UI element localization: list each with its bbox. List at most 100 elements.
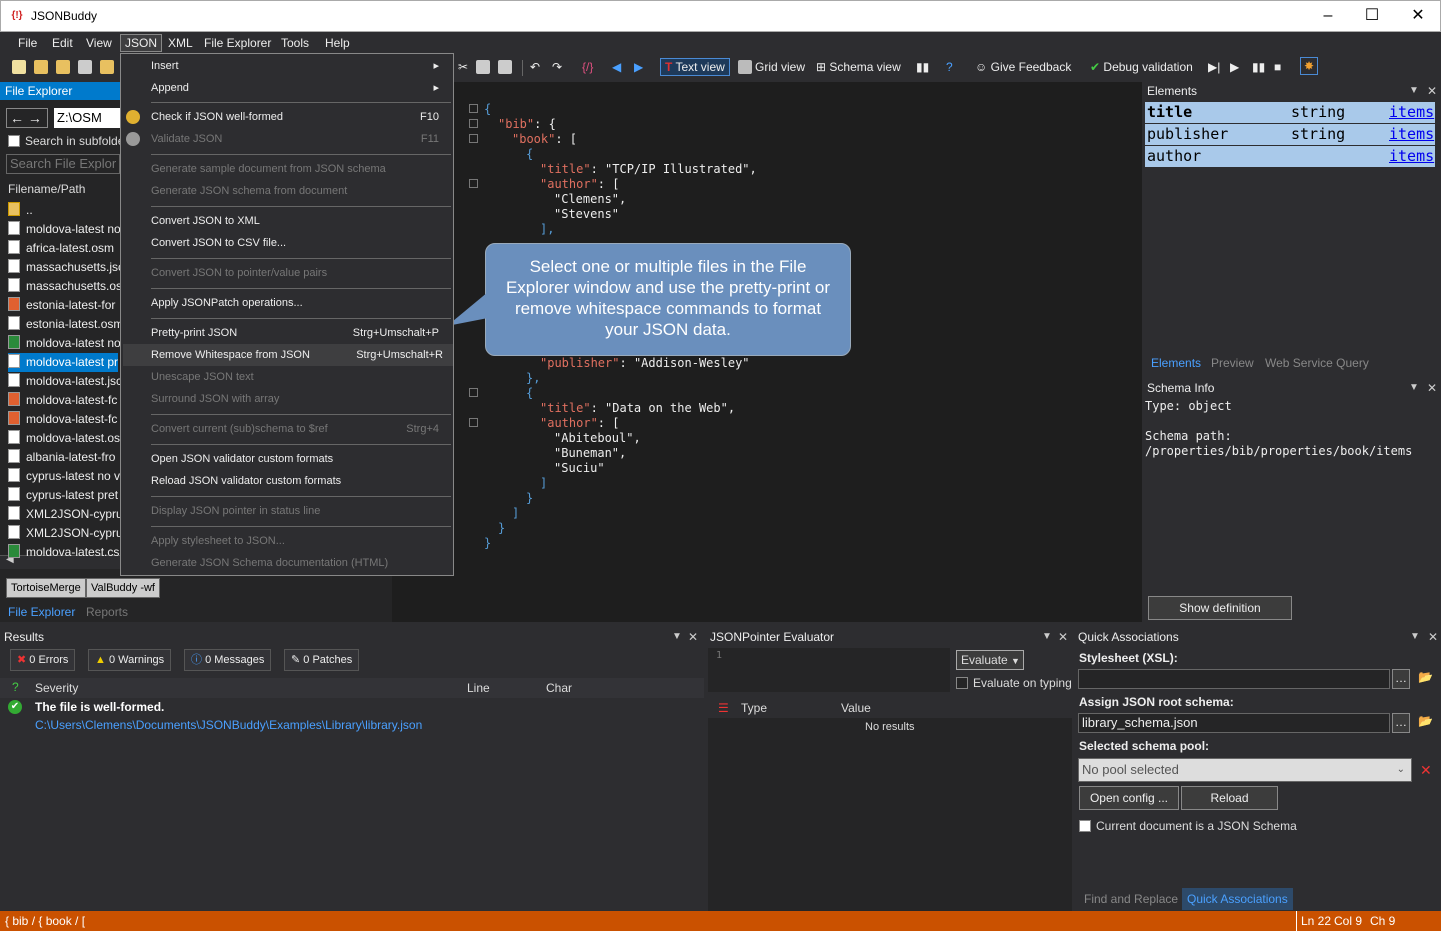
- tab-quick-associations[interactable]: Quick Associations: [1182, 888, 1293, 910]
- warnings-button[interactable]: ▲ 0 Warnings: [88, 649, 172, 671]
- clear-pool-icon[interactable]: ✕: [1420, 762, 1432, 779]
- menu-insert[interactable]: Insert ▸: [151, 55, 449, 77]
- menu-surround-array[interactable]: Surround JSON with array: [151, 388, 449, 410]
- schema-view-button[interactable]: ⊞ Schema view: [816, 60, 901, 74]
- file-list-item[interactable]: massachusetts.os: [8, 277, 122, 296]
- format-icon[interactable]: {/}: [582, 60, 593, 74]
- menu-view[interactable]: View: [82, 36, 116, 50]
- reload-button[interactable]: Reload: [1181, 786, 1278, 810]
- panel-close-icon[interactable]: ✕: [688, 630, 698, 644]
- patches-button[interactable]: ✎ 0 Patches: [284, 649, 360, 671]
- is-schema-checkbox[interactable]: Current document is a JSON Schema: [1079, 819, 1297, 833]
- cut-icon[interactable]: ✂: [458, 60, 468, 74]
- menu-file-explorer[interactable]: File Explorer: [200, 36, 275, 50]
- panel-dropdown-icon[interactable]: ▼: [672, 631, 682, 642]
- file-list-item[interactable]: africa-latest.osm: [8, 239, 114, 258]
- file-list-item[interactable]: cyprus-latest no v: [8, 467, 120, 486]
- fold-toggle-icon[interactable]: [469, 119, 478, 128]
- stylesheet-folder-icon[interactable]: 📂: [1418, 670, 1433, 684]
- text-view-button[interactable]: T Text view: [660, 58, 730, 76]
- menu-unescape[interactable]: Unescape JSON text: [151, 366, 449, 388]
- fold-toggle-icon[interactable]: [469, 388, 478, 397]
- col-type[interactable]: Type: [741, 701, 767, 715]
- panel-dropdown-icon[interactable]: ▼: [1410, 631, 1420, 642]
- nav-arrows[interactable]: ← →: [6, 108, 48, 128]
- save-icon[interactable]: [78, 60, 95, 74]
- file-list-item[interactable]: XML2JSON-cypru: [8, 524, 123, 543]
- tab-find-replace[interactable]: Find and Replace: [1084, 892, 1178, 906]
- file-list-item[interactable]: moldova-latest.jsc: [8, 372, 122, 391]
- menu-generate-schema[interactable]: Generate JSON schema from document: [151, 180, 449, 202]
- filename-column-header[interactable]: Filename/Path: [8, 182, 85, 196]
- panel-dropdown-icon[interactable]: ▼: [1409, 382, 1419, 393]
- col-severity[interactable]: Severity: [35, 681, 78, 695]
- play-icon[interactable]: ▶: [1230, 60, 1239, 74]
- menu-remove-whitespace[interactable]: Remove Whitespace from JSON Strg+Umschalt…: [123, 344, 453, 366]
- menu-generate-doc[interactable]: Generate JSON Schema documentation (HTML…: [151, 552, 449, 574]
- file-list-item[interactable]: estonia-latest.osm: [8, 315, 123, 334]
- menu-help[interactable]: Help: [321, 36, 354, 50]
- file-list-item[interactable]: moldova-latest.os: [8, 429, 120, 448]
- path-input[interactable]: Z:\OSM: [54, 108, 120, 128]
- minimize-button[interactable]: –: [1305, 1, 1351, 31]
- parent-folder-item[interactable]: ..: [8, 201, 33, 220]
- root-schema-input[interactable]: library_schema.json: [1078, 713, 1390, 733]
- menu-apply-stylesheet[interactable]: Apply stylesheet to JSON...: [151, 530, 449, 552]
- undo-icon[interactable]: ↶: [530, 60, 540, 74]
- split-icon[interactable]: ▮▮: [916, 60, 929, 74]
- menu-reload-custom-formats[interactable]: Reload JSON validator custom formats: [151, 470, 449, 492]
- back-arrow-icon[interactable]: ←: [10, 110, 24, 126]
- evaluate-on-typing-checkbox[interactable]: Evaluate on typing: [956, 676, 1072, 690]
- errors-button[interactable]: ✖ 0 Errors: [10, 649, 76, 671]
- element-row-publisher[interactable]: publisher string items: [1145, 124, 1435, 145]
- pause-icon[interactable]: ▮▮: [1252, 60, 1265, 74]
- tab-web-service[interactable]: Web Service Query: [1265, 356, 1369, 370]
- menu-display-pointer[interactable]: Display JSON pointer in status line: [151, 500, 449, 522]
- stylesheet-browse-button[interactable]: …: [1392, 669, 1410, 689]
- col-char[interactable]: Char: [546, 681, 572, 695]
- menu-tools[interactable]: Tools: [277, 36, 313, 50]
- menu-check-wellformed[interactable]: Check if JSON well-formed F10: [151, 106, 449, 128]
- save-all-icon[interactable]: [100, 60, 117, 74]
- menu-convert-pointer[interactable]: Convert JSON to pointer/value pairs: [151, 262, 449, 284]
- tab-file-explorer[interactable]: File Explorer: [8, 605, 75, 619]
- fold-toggle-icon[interactable]: [469, 179, 478, 188]
- file-list-item[interactable]: XML2JSON-cypru: [8, 505, 123, 524]
- help-icon[interactable]: ?: [946, 60, 953, 74]
- menu-validate[interactable]: Validate JSON F11: [151, 128, 449, 150]
- menu-convert-xml[interactable]: Convert JSON to XML: [151, 210, 449, 232]
- root-schema-folder-icon[interactable]: 📂: [1418, 714, 1433, 728]
- menu-open-custom-formats[interactable]: Open JSON validator custom formats: [151, 448, 449, 470]
- panel-dropdown-icon[interactable]: ▼: [1409, 85, 1419, 96]
- menu-convert-ref[interactable]: Convert current (sub)schema to $ref Strg+…: [151, 418, 449, 440]
- fold-toggle-icon[interactable]: [469, 104, 478, 113]
- file-list-item[interactable]: moldova-latest no: [8, 334, 121, 353]
- evaluate-button[interactable]: Evaluate ▼: [956, 650, 1024, 670]
- close-button[interactable]: ✕: [1395, 1, 1441, 31]
- menu-edit[interactable]: Edit: [48, 36, 77, 50]
- give-feedback-button[interactable]: ☺ Give Feedback: [975, 60, 1071, 74]
- menu-xml[interactable]: XML: [164, 36, 197, 50]
- file-list-item[interactable]: moldova-latest pr: [8, 353, 119, 372]
- bug-icon[interactable]: ✸: [1300, 57, 1319, 75]
- search-subfolders-checkbox[interactable]: Search in subfolders: [8, 134, 134, 148]
- stop-icon[interactable]: ■: [1274, 60, 1281, 74]
- fold-toggle-icon[interactable]: [469, 418, 478, 427]
- panel-close-icon[interactable]: ✕: [1427, 381, 1437, 395]
- col-line[interactable]: Line: [467, 681, 490, 695]
- element-row-title[interactable]: title string items: [1145, 102, 1435, 123]
- menu-append[interactable]: Append ▸: [151, 77, 449, 99]
- menu-convert-csv[interactable]: Convert JSON to CSV file...: [151, 232, 449, 254]
- col-value[interactable]: Value: [841, 701, 871, 715]
- file-list-item[interactable]: moldova-latest.cs: [8, 543, 119, 562]
- menu-generate-sample[interactable]: Generate sample document from JSON schem…: [151, 158, 449, 180]
- open-config-button[interactable]: Open config ...: [1079, 786, 1179, 810]
- tortoisemerge-button[interactable]: TortoiseMerge: [6, 578, 86, 598]
- menu-file[interactable]: File: [14, 36, 41, 50]
- open-icon[interactable]: [34, 60, 51, 74]
- step-icon[interactable]: ▶|: [1208, 60, 1220, 74]
- stylesheet-input[interactable]: [1078, 669, 1390, 689]
- file-list-item[interactable]: massachusetts.jsc: [8, 258, 124, 277]
- tab-elements[interactable]: Elements: [1151, 356, 1201, 370]
- forward-arrow-icon[interactable]: →: [28, 110, 42, 126]
